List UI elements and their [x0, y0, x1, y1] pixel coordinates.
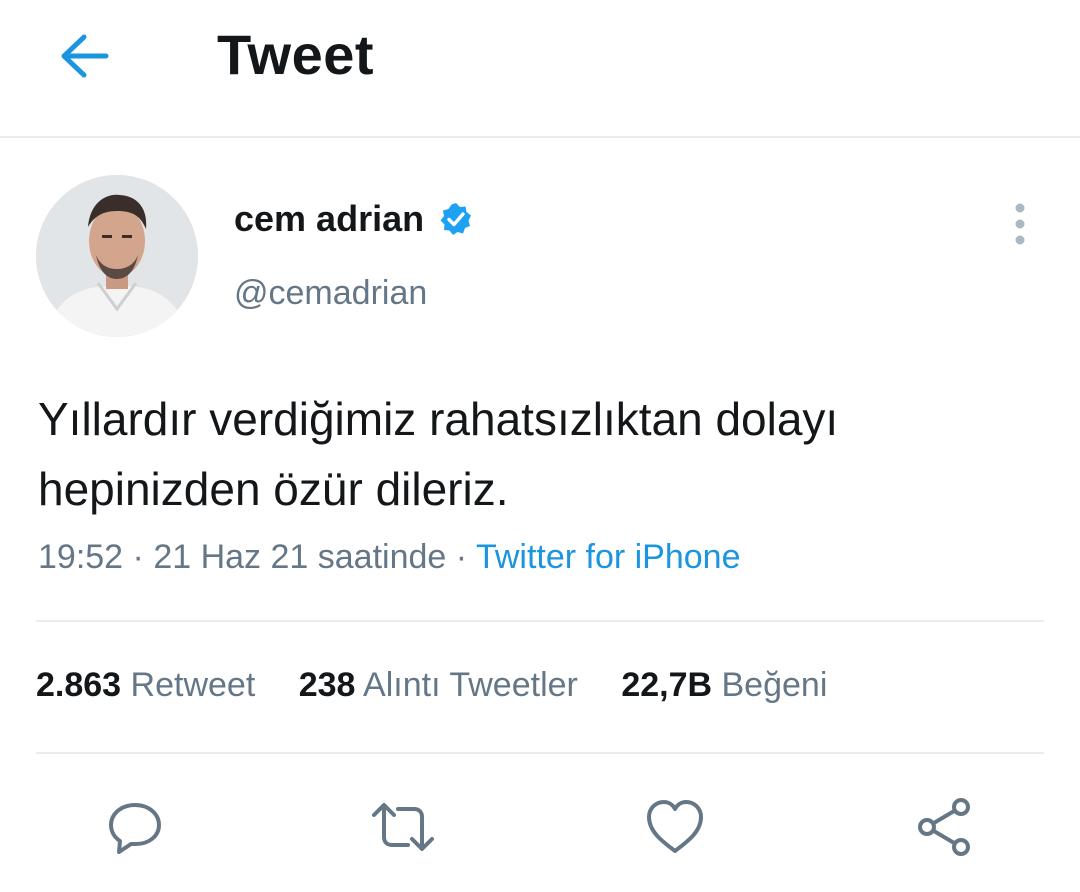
reply-icon	[109, 803, 161, 854]
avatar[interactable]	[36, 175, 198, 337]
quote-tweet-count[interactable]: 238 Alıntı Tweetler	[299, 666, 578, 704]
author-name-row[interactable]: cem adrian	[234, 198, 474, 240]
tweet-date: 21 Haz 21 saatinde	[153, 538, 447, 576]
meta-separator: ·	[132, 538, 144, 576]
like-button[interactable]	[642, 795, 708, 859]
tweet-stats: 2.863 Retweet 238 Alıntı Tweetler 22,7B …	[36, 666, 861, 705]
like-count[interactable]: 22,7B Beğeni	[621, 666, 827, 704]
divider	[36, 752, 1044, 754]
retweet-button[interactable]	[370, 795, 436, 859]
tweet-meta: 19:52 · 21 Haz 21 saatinde · Twitter for…	[38, 538, 741, 577]
more-options-button[interactable]	[1002, 200, 1038, 248]
retweet-count[interactable]: 2.863 Retweet	[36, 666, 255, 704]
stat-label: Beğeni	[721, 666, 828, 704]
meta-separator: ·	[455, 538, 468, 576]
divider	[36, 620, 1044, 622]
retweet-icon	[372, 803, 434, 851]
top-app-bar: Tweet	[0, 0, 1080, 138]
heart-icon	[647, 800, 703, 853]
share-button[interactable]	[912, 795, 978, 859]
stat-number: 22,7B	[621, 666, 713, 704]
reply-button[interactable]	[102, 795, 168, 859]
stat-label: Retweet	[130, 666, 256, 704]
arrow-left-icon	[61, 34, 109, 78]
back-button[interactable]	[52, 28, 116, 84]
display-name[interactable]: cem adrian	[234, 198, 424, 240]
page-title: Tweet	[217, 23, 375, 86]
more-vertical-icon	[1015, 203, 1025, 245]
share-icon	[918, 798, 970, 856]
tweet-source-link[interactable]: Twitter for iPhone	[476, 538, 741, 576]
stat-number: 238	[298, 666, 356, 704]
tweet-time: 19:52	[38, 538, 124, 576]
verified-badge-icon	[440, 203, 472, 235]
user-handle[interactable]: @cemadrian	[234, 274, 427, 313]
stat-number: 2.863	[36, 666, 122, 704]
tweet-text: Yıllardır verdiğimiz rahatsızlıktan dola…	[38, 393, 839, 515]
profile-photo	[36, 175, 198, 337]
stat-label: Alıntı Tweetler	[363, 666, 578, 704]
